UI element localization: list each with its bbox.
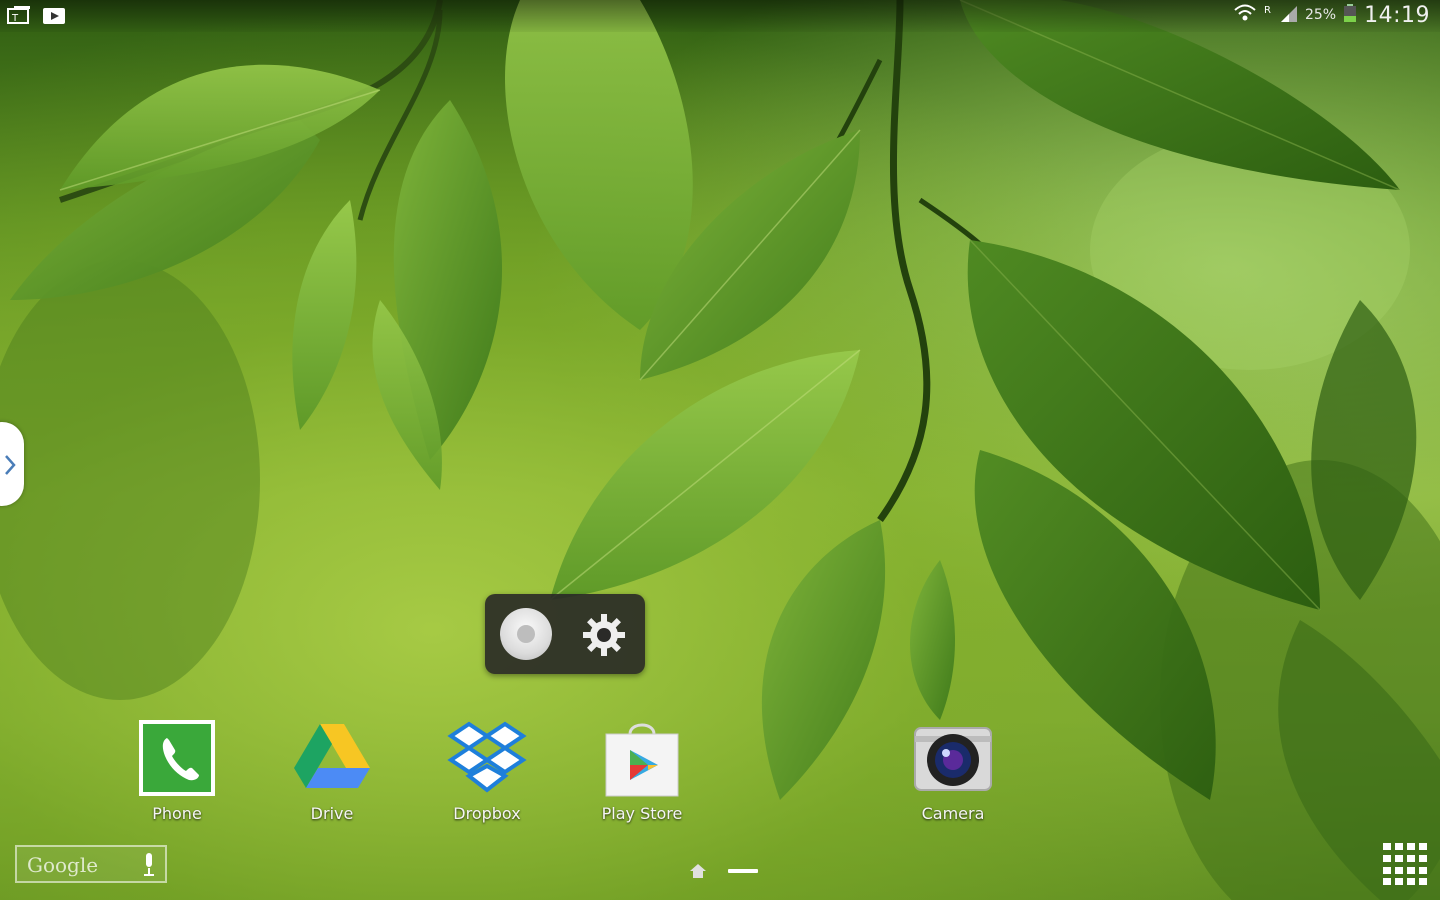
page-indicator-current — [728, 869, 758, 873]
record-button[interactable] — [500, 608, 552, 660]
clock: 14:19 — [1364, 2, 1430, 28]
battery-icon — [1342, 2, 1358, 28]
play-store-notification-icon — [42, 4, 68, 30]
app-dropbox[interactable]: Dropbox — [427, 718, 547, 828]
app-camera[interactable]: Camera — [893, 718, 1013, 828]
phone-icon — [137, 718, 217, 798]
camera-icon — [913, 718, 993, 798]
play-store-icon — [602, 718, 682, 798]
svg-text:R: R — [1264, 5, 1271, 16]
app-phone[interactable]: Phone — [117, 718, 237, 828]
apps-grid-icon[interactable] — [1383, 843, 1427, 885]
side-panel-handle[interactable] — [0, 422, 24, 506]
app-label: Camera — [921, 804, 985, 823]
notification-icons: T — [6, 4, 68, 30]
system-status: R 25% 14:19 — [1233, 2, 1430, 28]
svg-text:T: T — [11, 13, 19, 24]
app-label: Dropbox — [453, 804, 521, 823]
roaming-icon: R — [1263, 2, 1273, 28]
signal-icon — [1279, 2, 1299, 28]
dropbox-icon — [447, 718, 527, 798]
home-icon[interactable] — [688, 862, 708, 884]
app-label: Play Store — [601, 804, 683, 823]
status-bar: T R 25% 14:19 — [0, 0, 1440, 32]
app-label: Phone — [152, 804, 202, 823]
wifi-icon — [1233, 2, 1257, 28]
record-icon — [517, 625, 535, 643]
app-label: Drive — [310, 804, 354, 823]
screen-mirroring-icon: T — [6, 4, 34, 30]
google-logo-text: Google — [27, 853, 99, 877]
google-search-bar[interactable]: Google — [15, 845, 167, 883]
drive-icon — [292, 718, 372, 798]
floating-capture-widget — [485, 594, 645, 674]
battery-percentage: 25% — [1304, 7, 1337, 23]
gear-icon — [583, 614, 625, 656]
app-play-store[interactable]: Play Store — [582, 718, 702, 828]
settings-button[interactable] — [581, 612, 627, 658]
chevron-right-icon — [5, 455, 16, 475]
mic-icon[interactable] — [143, 853, 155, 881]
app-drive[interactable]: Drive — [272, 718, 392, 828]
